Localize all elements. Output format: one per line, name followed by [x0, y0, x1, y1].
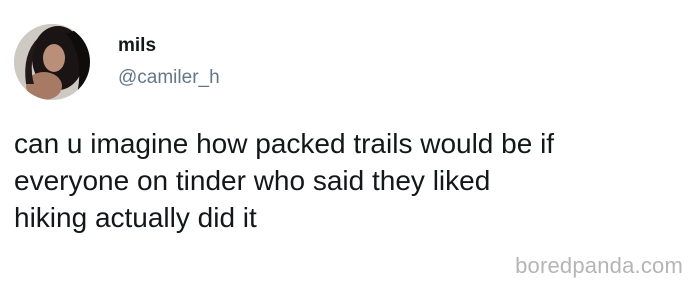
avatar[interactable] [14, 24, 90, 100]
tweet-card: mils @camiler_h can u imagine how packed… [0, 0, 700, 291]
profile-photo-icon [14, 24, 90, 100]
display-name[interactable]: mils [118, 34, 156, 58]
user-handle[interactable]: @camiler_h [118, 66, 220, 90]
tweet-text: can u imagine how packed trails would be… [14, 128, 555, 233]
watermark: boredpanda.com [515, 253, 683, 278]
